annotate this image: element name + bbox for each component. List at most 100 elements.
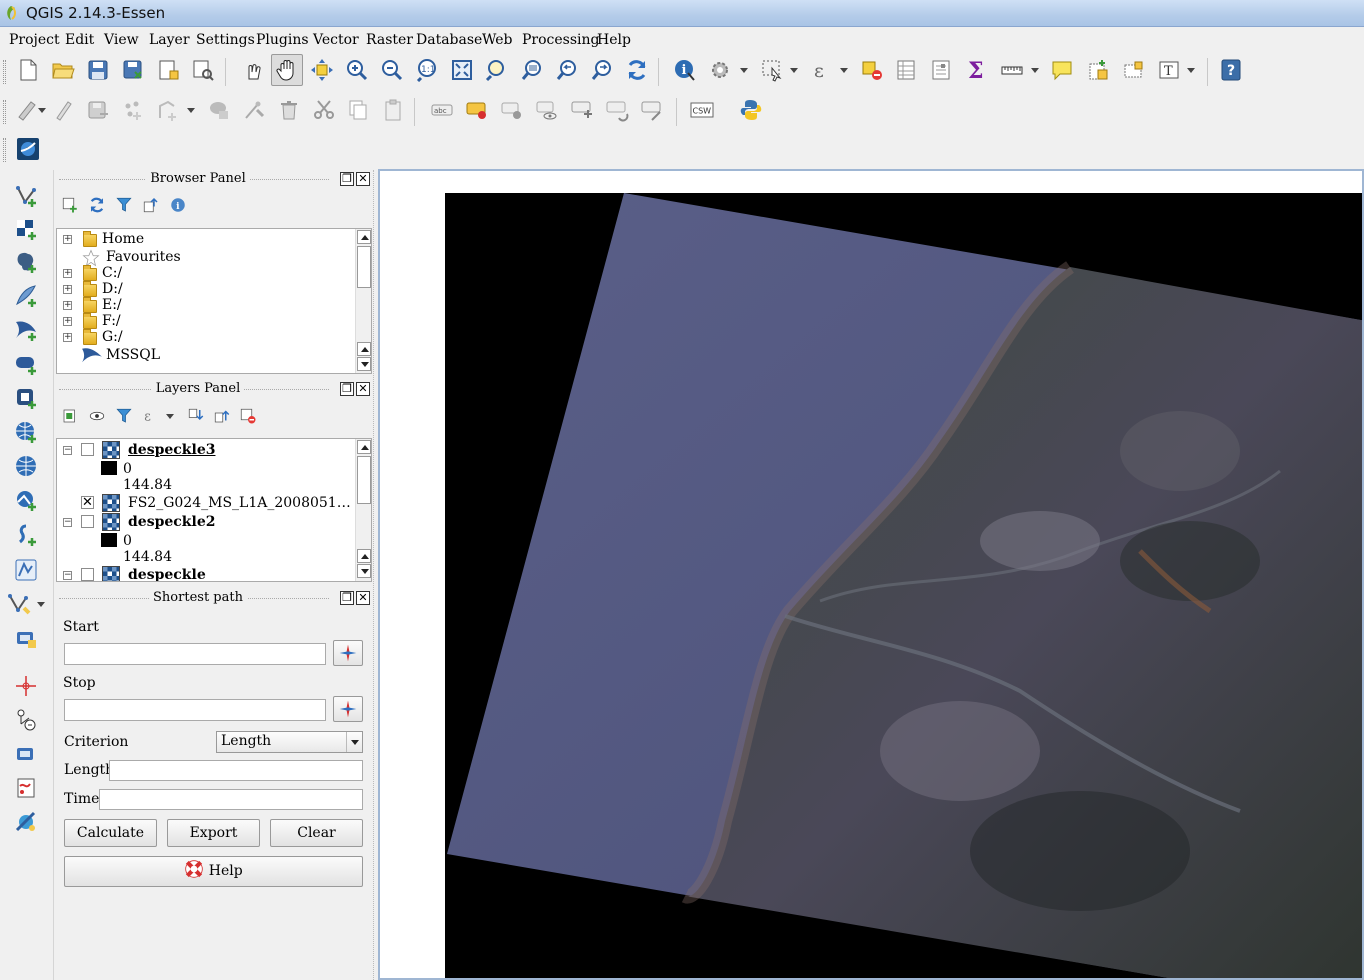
open-layer-styling-icon[interactable] <box>57 403 83 429</box>
expand-icon[interactable]: + <box>63 333 72 342</box>
expand-icon[interactable]: + <box>63 269 72 278</box>
open-project-icon[interactable] <box>47 54 79 86</box>
show-bookmarks-icon[interactable] <box>1117 54 1149 86</box>
expand-all-icon[interactable] <box>183 403 209 429</box>
add-oracle-layer-icon[interactable] <box>10 382 42 414</box>
refresh-icon[interactable] <box>621 54 653 86</box>
scroll-up-icon[interactable] <box>357 440 371 454</box>
current-edits-dropdown[interactable] <box>37 94 47 126</box>
coordinate-capture-icon[interactable] <box>10 670 42 702</box>
pan-icon[interactable] <box>271 54 303 86</box>
new-bookmark-icon[interactable] <box>1082 54 1114 86</box>
select-feature-icon[interactable] <box>756 54 788 86</box>
action-icon[interactable] <box>704 54 736 86</box>
annotation-dropdown[interactable] <box>1186 54 1196 86</box>
menu-help[interactable]: Help <box>597 32 631 48</box>
export-button[interactable]: Export <box>167 819 260 847</box>
float-panel-button[interactable]: ❐ <box>340 382 354 396</box>
start-capture-button[interactable] <box>333 640 363 666</box>
browser-item-g-drive[interactable]: + G:/ <box>57 329 357 346</box>
gps-tools-icon[interactable] <box>10 622 42 654</box>
toolbar-grip[interactable] <box>3 100 6 124</box>
label-move-icon[interactable] <box>566 94 598 126</box>
new-shapefile-layer-icon[interactable] <box>4 588 36 620</box>
zoom-native-icon[interactable]: 1:1 <box>411 54 443 86</box>
toolbar-grip[interactable] <box>3 60 6 84</box>
zoom-next-icon[interactable] <box>586 54 618 86</box>
menu-project[interactable]: Project <box>9 32 60 48</box>
add-db2-layer-icon[interactable] <box>10 348 42 380</box>
collapse-icon[interactable]: − <box>63 446 72 455</box>
add-selected-layers-icon[interactable] <box>57 192 83 218</box>
expand-icon[interactable]: + <box>63 285 72 294</box>
action-dropdown[interactable] <box>739 54 749 86</box>
menu-raster[interactable]: Raster <box>366 32 413 48</box>
python-console-icon[interactable] <box>735 94 767 126</box>
stop-input[interactable] <box>64 699 326 721</box>
add-wfs-layer-icon[interactable] <box>10 484 42 516</box>
menu-web[interactable]: Web <box>482 32 513 48</box>
close-panel-button[interactable]: ✕ <box>356 172 370 186</box>
zoom-to-selection-icon[interactable] <box>481 54 513 86</box>
calculate-button[interactable]: Calculate <box>64 819 157 847</box>
scroll-thumb[interactable] <box>357 456 371 504</box>
label-tool-icon[interactable]: abc <box>426 94 458 126</box>
label-show-hide-icon[interactable] <box>496 94 528 126</box>
float-panel-button[interactable]: ❐ <box>340 172 354 186</box>
layer-item-despeckle3[interactable]: − despeckle3 <box>57 441 357 459</box>
criterion-select[interactable]: Length <box>216 731 363 753</box>
save-as-icon[interactable] <box>117 54 149 86</box>
new-project-icon[interactable] <box>12 54 44 86</box>
browser-scrollbar[interactable] <box>355 229 371 373</box>
collapse-icon[interactable]: − <box>63 571 72 580</box>
scroll-up-icon[interactable] <box>357 549 371 563</box>
scroll-down-icon[interactable] <box>357 357 371 371</box>
close-panel-button[interactable]: ✕ <box>356 382 370 396</box>
browser-item-c-drive[interactable]: + C:/ <box>57 265 357 282</box>
node-tool-icon[interactable] <box>238 94 270 126</box>
map-tips-icon[interactable] <box>1046 54 1078 86</box>
add-raster-layer-icon[interactable] <box>10 213 42 245</box>
layers-filter-icon[interactable] <box>111 403 137 429</box>
road-graph-icon[interactable] <box>10 738 42 770</box>
properties-info-icon[interactable]: i <box>165 192 191 218</box>
menu-processing[interactable]: Processing <box>522 32 600 48</box>
touch-zoom-icon[interactable] <box>237 54 269 86</box>
georeferencer-icon[interactable] <box>10 772 42 804</box>
add-postgis-layer-icon[interactable] <box>10 246 42 278</box>
attribute-table-icon[interactable] <box>890 54 922 86</box>
browser-item-home[interactable]: + Home <box>57 231 357 248</box>
browser-refresh-icon[interactable] <box>84 192 110 218</box>
browser-filter-icon[interactable] <box>111 192 137 218</box>
manage-visibility-icon[interactable] <box>84 403 110 429</box>
layer-item-fs2[interactable]: ✕ FS2_G024_MS_L1A_2008051… <box>57 494 357 512</box>
menu-view[interactable]: View <box>104 32 139 48</box>
label-change-icon[interactable] <box>636 94 668 126</box>
zoom-in-icon[interactable] <box>341 54 373 86</box>
start-input[interactable] <box>64 643 326 665</box>
close-panel-button[interactable]: ✕ <box>356 591 370 605</box>
menu-plugins[interactable]: Plugins <box>256 32 309 48</box>
toggle-editing-icon[interactable] <box>48 94 80 126</box>
csw-icon[interactable]: CSW <box>686 94 718 126</box>
zoom-to-layer-icon[interactable] <box>516 54 548 86</box>
save-edits-icon[interactable] <box>82 94 114 126</box>
layer-visibility-checkbox[interactable] <box>81 443 94 456</box>
pan-to-selection-icon[interactable] <box>306 54 338 86</box>
expression-dropdown[interactable] <box>839 54 849 86</box>
add-feature-icon[interactable] <box>117 94 149 126</box>
expand-icon[interactable]: + <box>63 235 72 244</box>
layer-item-despeckle2[interactable]: − despeckle2 <box>57 513 357 531</box>
add-line-dropdown[interactable] <box>186 94 196 126</box>
deselect-icon[interactable] <box>856 54 888 86</box>
zoom-full-icon[interactable] <box>446 54 478 86</box>
expand-icon[interactable]: + <box>63 317 72 326</box>
label-preview-icon[interactable] <box>531 94 563 126</box>
statistics-icon[interactable]: Σ <box>960 54 992 86</box>
help-icon[interactable]: ? <box>1215 54 1247 86</box>
collapse-all-layers-icon[interactable] <box>209 403 235 429</box>
scroll-up-icon[interactable] <box>357 342 371 356</box>
filter-expression-dropdown[interactable] <box>165 400 175 432</box>
delete-selected-icon[interactable] <box>273 94 305 126</box>
select-dropdown[interactable] <box>789 54 799 86</box>
